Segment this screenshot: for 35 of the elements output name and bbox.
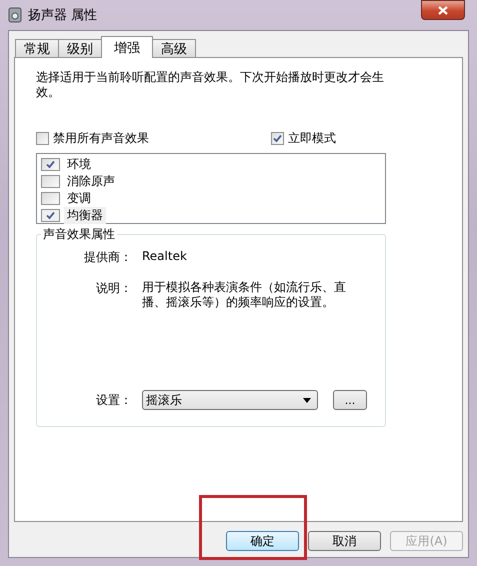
dropdown-arrow-icon: [303, 398, 311, 402]
more-button[interactable]: ...: [333, 390, 367, 410]
group-title: 声音效果属性: [41, 226, 117, 243]
tab[interactable]: 常规: [15, 39, 59, 57]
check-icon: [46, 210, 55, 220]
tab[interactable]: 高级: [152, 39, 196, 57]
dialog-button[interactable]: 取消: [308, 531, 381, 551]
setting-dropdown[interactable]: 摇滚乐: [142, 390, 318, 410]
provider-value: Realtek: [142, 249, 188, 265]
checkbox[interactable]: [36, 132, 49, 145]
speaker-icon: [8, 7, 22, 23]
window-title: 扬声器 属性: [28, 7, 98, 24]
effect-item[interactable]: 变调: [64, 190, 94, 206]
info-label: 说明：: [95, 280, 132, 297]
effect-item[interactable]: 消除原声: [64, 172, 118, 190]
tab[interactable]: 级别: [58, 39, 102, 57]
dialog-button[interactable]: 确定: [226, 531, 299, 551]
effect-item[interactable]: 环境: [64, 156, 94, 172]
checkbox[interactable]: [41, 192, 60, 204]
tab[interactable]: 增强: [101, 36, 153, 58]
checkbox[interactable]: [271, 132, 284, 145]
close-button[interactable]: [421, 0, 465, 20]
checkbox[interactable]: [41, 158, 60, 170]
checkbox[interactable]: [41, 174, 60, 188]
effect-item[interactable]: 均衡器: [64, 206, 106, 224]
description-text: 选择适用于当前聆听配置的声音效果。下次开始播放时更改才会生效。: [36, 70, 385, 100]
close-icon: [438, 6, 448, 14]
checkbox-label: 立即模式: [288, 130, 336, 147]
check-icon: [273, 134, 282, 143]
provider-label: 提供商：: [83, 249, 132, 266]
setting-label: 设置：: [95, 392, 132, 408]
checkbox[interactable]: [41, 208, 60, 222]
checkbox-label: 禁用所有声音效果: [53, 130, 149, 147]
info-text: 用于模拟各种表演条件（如流行乐、直播、摇滚乐等）的频率响应的设置。: [142, 280, 347, 310]
check-icon: [46, 160, 55, 168]
